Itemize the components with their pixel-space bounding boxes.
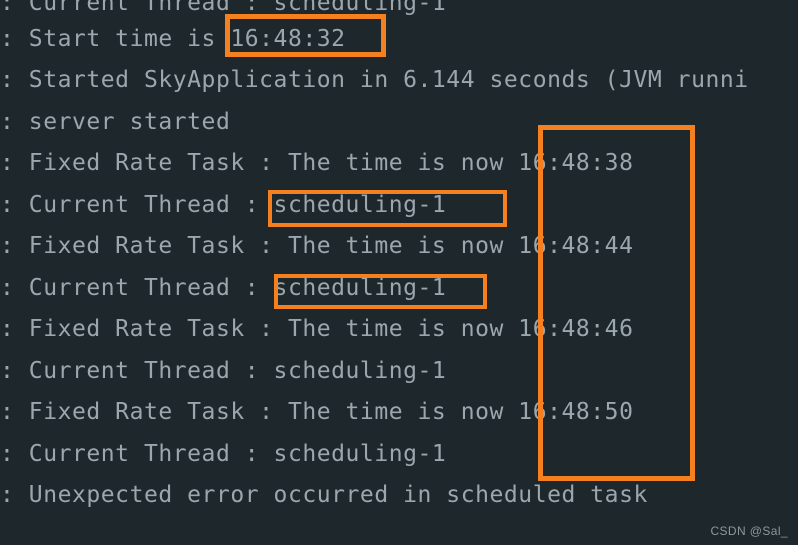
log-line: : Current Thread : scheduling-1 — [0, 440, 447, 467]
log-line: : Current Thread : scheduling-1 — [0, 191, 447, 218]
log-line: : Fixed Rate Task : The time is now 16:4… — [0, 316, 634, 342]
log-line: : Current Thread : scheduling-1 — [0, 357, 447, 384]
log-line: : Fixed Rate Task : The time is now 16:4… — [0, 150, 634, 176]
log-line: : Started SkyApplication in 6.144 second… — [0, 67, 749, 93]
terminal-console: : Current Thread : scheduling-1 : Start … — [0, 0, 798, 545]
log-line: : Unexpected error occurred in scheduled… — [0, 482, 648, 508]
log-line: : server started — [0, 108, 231, 135]
log-line: : Fixed Rate Task : The time is now 16:4… — [0, 233, 634, 259]
csdn-watermark: CSDN @Sal_ — [710, 524, 788, 538]
log-line: : Fixed Rate Task : The time is now 16:4… — [0, 399, 634, 425]
log-line: : Current Thread : scheduling-1 — [0, 274, 447, 301]
log-line: : Start time is 16:48:32 — [0, 25, 346, 52]
